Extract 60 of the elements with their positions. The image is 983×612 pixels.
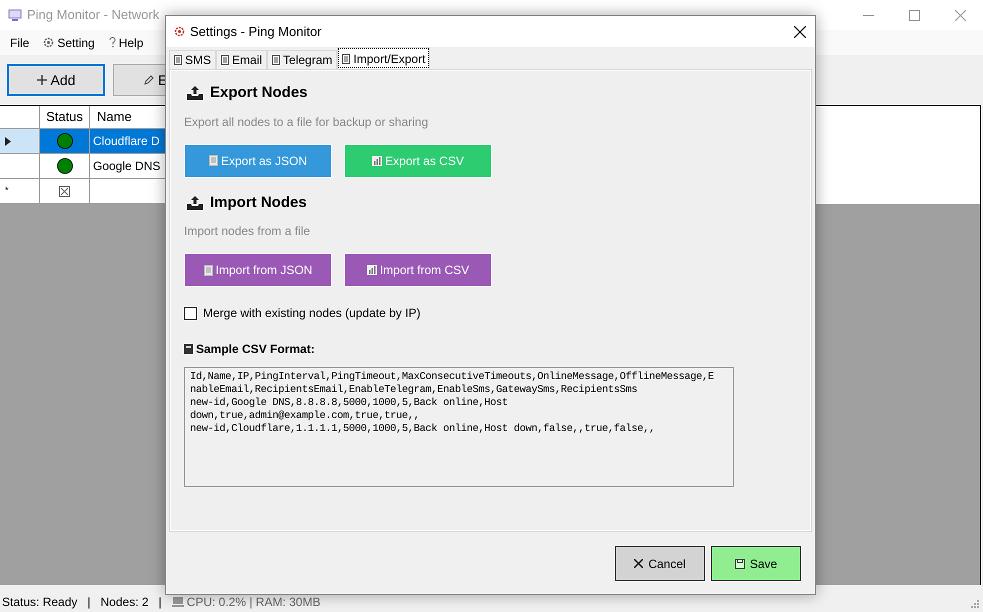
gear-icon xyxy=(174,26,185,37)
save-button[interactable]: Save xyxy=(711,546,801,581)
minimize-icon xyxy=(862,14,874,16)
monitor-icon xyxy=(8,8,22,22)
checkbox-label: Merge with existing nodes (update by IP) xyxy=(203,305,420,322)
code-line: down,true,admin@example.com,true,true,, xyxy=(190,410,421,423)
row-header-cell[interactable] xyxy=(0,129,40,154)
tab[interactable]: SMS xyxy=(169,50,216,69)
document-icon xyxy=(204,264,213,276)
separator-text: | xyxy=(87,594,90,611)
dialog-title: Settings - Ping Monitor xyxy=(190,22,322,41)
code-line: new-id,Cloudflare,1.1.1.1,5000,1000,5,Back online,Host down,false,,true,false,, xyxy=(190,423,656,436)
resize-grip-icon xyxy=(971,600,980,609)
resource-usage-text: CPU: 0.2% | RAM: 30MB xyxy=(186,594,320,611)
new-row-marker: * xyxy=(5,184,9,198)
tab-icon xyxy=(342,54,350,64)
cancel-button[interactable]: Cancel xyxy=(615,546,705,581)
window-title: Ping Monitor - Network xyxy=(27,6,160,24)
bar-chart-icon xyxy=(372,156,382,166)
plus-icon xyxy=(36,75,47,85)
question-icon xyxy=(108,37,116,48)
computer-icon xyxy=(172,597,184,607)
section-heading: Import Nodes xyxy=(210,192,307,212)
menu-item[interactable]: File xyxy=(6,34,34,52)
tab-icon xyxy=(272,55,280,65)
document-icon xyxy=(208,155,218,166)
tab-icon xyxy=(174,55,182,65)
code-line: nableEmail,RecipientsEmail,EnableTelegram,EnableSms,GatewaySms,RecipientsSms xyxy=(190,384,638,397)
book-icon xyxy=(184,344,193,354)
import-button[interactable]: Import from CSV xyxy=(344,253,492,287)
close-icon xyxy=(954,10,966,20)
close-button[interactable] xyxy=(793,24,807,38)
add-button[interactable]: Add xyxy=(7,64,105,96)
menu-item[interactable]: Setting xyxy=(39,34,99,52)
section-description: Import nodes from a file xyxy=(184,223,312,240)
gear-icon xyxy=(43,37,54,48)
separator-text: | xyxy=(158,594,162,611)
tab[interactable]: Telegram xyxy=(267,50,338,69)
tray-upload-icon xyxy=(186,85,204,102)
checkbox[interactable] xyxy=(184,306,197,320)
sample-text-area[interactable] xyxy=(184,367,734,487)
pencil-icon xyxy=(144,75,154,85)
section-heading: Export Nodes xyxy=(210,83,308,103)
status-text: Status: Ready xyxy=(2,594,78,611)
bar-chart-icon xyxy=(366,265,377,275)
maximize-icon xyxy=(908,10,920,20)
menu-item[interactable]: Help xyxy=(104,34,148,52)
code-line: Id,Name,IP,PingInterval,PingTimeout,MaxConsecutiveTimeouts,OnlineMessage,OfflineMessage,E xyxy=(190,371,715,384)
tray-upload-icon xyxy=(186,194,204,211)
row-header-cell[interactable]: * xyxy=(0,179,40,204)
row-pointer-icon xyxy=(5,136,11,146)
code-line: new-id,Google DNS,8.8.8.8,5000,1000,5,Back online,Host xyxy=(190,397,509,410)
tab[interactable]: Email xyxy=(216,50,268,69)
import-button[interactable]: Import from JSON xyxy=(184,253,332,287)
empty-image-icon xyxy=(59,186,70,196)
close-icon xyxy=(634,559,644,568)
sample-label: Sample CSV Format: xyxy=(196,341,315,358)
tab-icon xyxy=(221,55,230,65)
node-count-text: Nodes: 2 xyxy=(100,594,149,611)
tab[interactable]: Import/Export xyxy=(337,47,430,69)
